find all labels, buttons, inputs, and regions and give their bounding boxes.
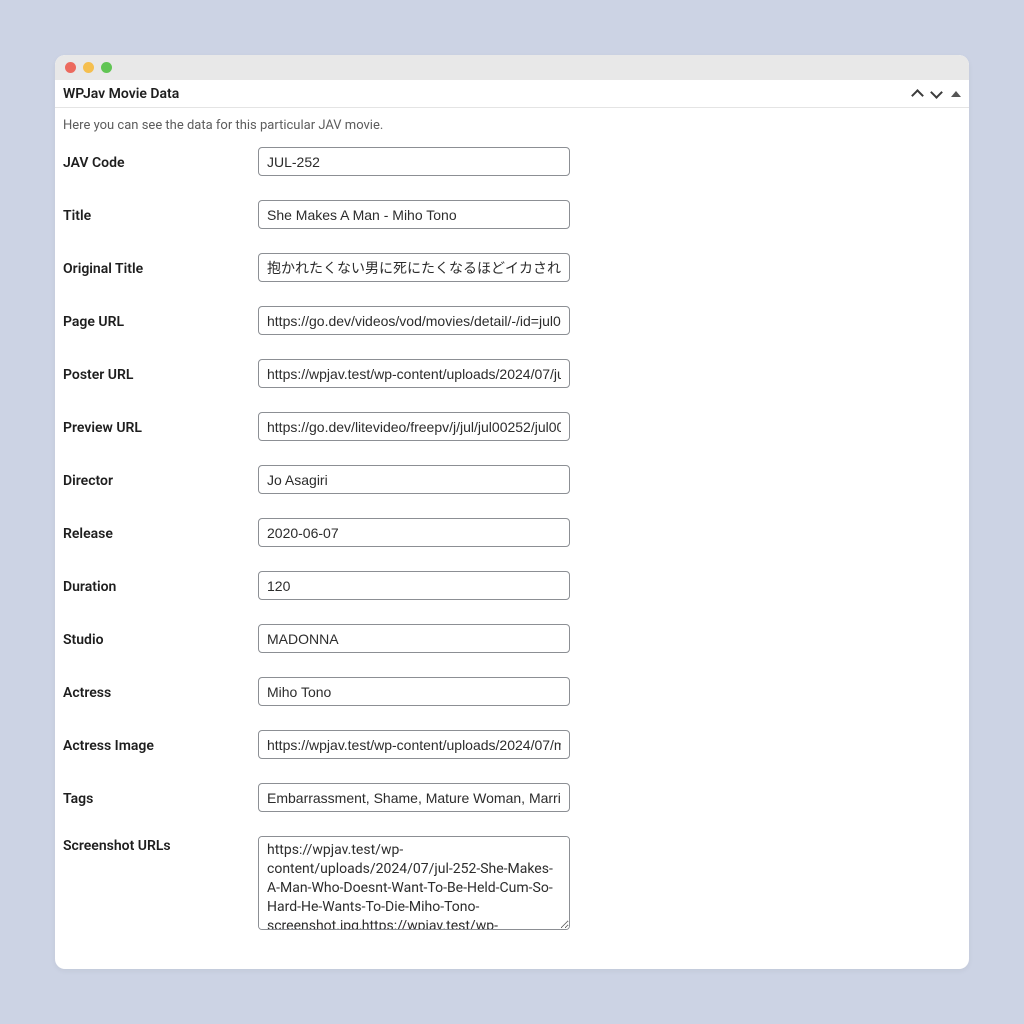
label-title: Title bbox=[63, 206, 258, 224]
label-duration: Duration bbox=[63, 577, 258, 595]
window-minimize-icon[interactable] bbox=[83, 62, 94, 73]
move-up-icon[interactable] bbox=[911, 89, 924, 102]
label-screenshot-urls: Screenshot URLs bbox=[63, 836, 258, 854]
row-preview-url: Preview URL bbox=[55, 412, 969, 441]
toggle-panel-icon[interactable] bbox=[951, 91, 961, 97]
row-release: Release bbox=[55, 518, 969, 547]
label-preview-url: Preview URL bbox=[63, 418, 258, 436]
row-title: Title bbox=[55, 200, 969, 229]
row-studio: Studio bbox=[55, 624, 969, 653]
label-original-title: Original Title bbox=[63, 259, 258, 277]
window-zoom-icon[interactable] bbox=[101, 62, 112, 73]
input-poster-url[interactable] bbox=[258, 359, 570, 388]
input-duration[interactable] bbox=[258, 571, 570, 600]
window-titlebar bbox=[55, 55, 969, 80]
row-director: Director bbox=[55, 465, 969, 494]
panel-title: WPJav Movie Data bbox=[63, 86, 179, 102]
row-actress-image: Actress Image bbox=[55, 730, 969, 759]
window-frame: WPJav Movie Data Here you can see the da… bbox=[55, 55, 969, 969]
panel-header-icons bbox=[913, 88, 961, 100]
input-original-title[interactable] bbox=[258, 253, 570, 282]
window-close-icon[interactable] bbox=[65, 62, 76, 73]
label-actress: Actress bbox=[63, 683, 258, 701]
input-director[interactable] bbox=[258, 465, 570, 494]
label-tags: Tags bbox=[63, 789, 258, 807]
row-duration: Duration bbox=[55, 571, 969, 600]
input-page-url[interactable] bbox=[258, 306, 570, 335]
input-title[interactable] bbox=[258, 200, 570, 229]
row-original-title: Original Title bbox=[55, 253, 969, 282]
panel-description: Here you can see the data for this parti… bbox=[55, 108, 969, 147]
input-preview-url[interactable] bbox=[258, 412, 570, 441]
row-actress: Actress bbox=[55, 677, 969, 706]
input-actress[interactable] bbox=[258, 677, 570, 706]
row-poster-url: Poster URL bbox=[55, 359, 969, 388]
label-jav-code: JAV Code bbox=[63, 153, 258, 171]
label-page-url: Page URL bbox=[63, 312, 258, 330]
input-actress-image[interactable] bbox=[258, 730, 570, 759]
input-studio[interactable] bbox=[258, 624, 570, 653]
move-down-icon[interactable] bbox=[930, 86, 943, 99]
label-studio: Studio bbox=[63, 630, 258, 648]
textarea-screenshot-urls[interactable] bbox=[258, 836, 570, 930]
input-jav-code[interactable] bbox=[258, 147, 570, 176]
panel-header: WPJav Movie Data bbox=[55, 80, 969, 108]
row-page-url: Page URL bbox=[55, 306, 969, 335]
label-director: Director bbox=[63, 471, 258, 489]
input-release[interactable] bbox=[258, 518, 570, 547]
label-release: Release bbox=[63, 524, 258, 542]
input-tags[interactable] bbox=[258, 783, 570, 812]
label-actress-image: Actress Image bbox=[63, 736, 258, 754]
row-tags: Tags bbox=[55, 783, 969, 812]
label-poster-url: Poster URL bbox=[63, 365, 258, 383]
row-screenshot-urls: Screenshot URLs bbox=[55, 836, 969, 930]
row-jav-code: JAV Code bbox=[55, 147, 969, 176]
